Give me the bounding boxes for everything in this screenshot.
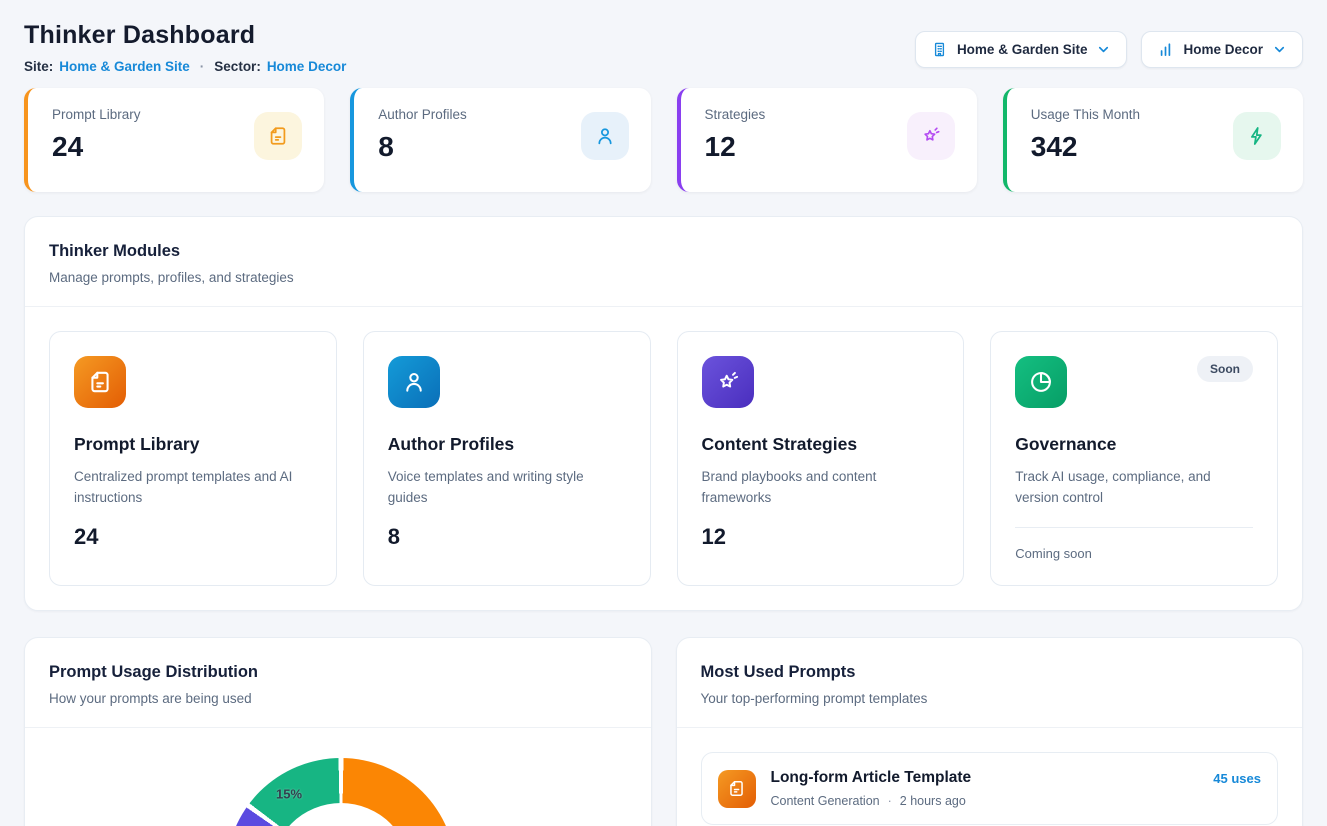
most-used-prompts-panel: Most Used Prompts Your top-performing pr… bbox=[676, 637, 1304, 826]
prompts-panel-header: Most Used Prompts Your top-performing pr… bbox=[677, 638, 1303, 728]
site-link[interactable]: Home & Garden Site bbox=[59, 59, 190, 74]
bar-chart-icon bbox=[1157, 41, 1174, 58]
module-description: Centralized prompt templates and AI inst… bbox=[74, 467, 312, 509]
prompts-panel-title: Most Used Prompts bbox=[701, 663, 1279, 682]
module-title: Content Strategies bbox=[702, 434, 940, 455]
coming-soon-text: Coming soon bbox=[1015, 546, 1253, 561]
user-icon bbox=[388, 356, 440, 408]
usage-chart-area: 15% bbox=[25, 728, 651, 826]
header-left: Thinker Dashboard Site: Home & Garden Si… bbox=[24, 21, 346, 74]
bottom-row: Prompt Usage Distribution How your promp… bbox=[24, 637, 1303, 826]
prompt-time: 2 hours ago bbox=[900, 794, 966, 808]
site-label: Site: bbox=[24, 59, 53, 74]
module-count: 12 bbox=[702, 524, 940, 550]
prompts-panel-subtitle: Your top-performing prompt templates bbox=[701, 691, 1279, 706]
usage-panel-subtitle: How your prompts are being used bbox=[49, 691, 627, 706]
modules-panel-subtitle: Manage prompts, profiles, and strategies bbox=[49, 270, 1278, 285]
sparkle-star-icon bbox=[702, 356, 754, 408]
prompts-list: Long-form Article Template Content Gener… bbox=[677, 728, 1303, 826]
document-icon bbox=[74, 356, 126, 408]
breadcrumb-separator: · bbox=[200, 59, 205, 74]
dashboard-page: Thinker Dashboard Site: Home & Garden Si… bbox=[0, 0, 1327, 826]
thinker-modules-panel: Thinker Modules Manage prompts, profiles… bbox=[24, 216, 1303, 611]
module-card-content-strategies[interactable]: Content Strategies Brand playbooks and c… bbox=[677, 331, 965, 586]
modules-panel-header: Thinker Modules Manage prompts, profiles… bbox=[25, 217, 1302, 307]
modules-panel-title: Thinker Modules bbox=[49, 242, 1278, 261]
donut-slice-label: 15% bbox=[276, 787, 302, 802]
stat-card-strategies: Strategies 12 bbox=[677, 88, 977, 192]
stat-card-prompt-library: Prompt Library 24 bbox=[24, 88, 324, 192]
pie-chart-icon bbox=[1015, 356, 1067, 408]
site-selector-dropdown[interactable]: Home & Garden Site bbox=[915, 31, 1128, 68]
module-description: Voice templates and writing style guides bbox=[388, 467, 626, 509]
stat-value: 24 bbox=[52, 131, 141, 163]
prompt-text: Long-form Article Template Content Gener… bbox=[771, 769, 972, 808]
zap-icon bbox=[1233, 112, 1281, 160]
prompt-list-item[interactable]: Long-form Article Template Content Gener… bbox=[701, 752, 1279, 825]
stat-card-author-profiles: Author Profiles 8 bbox=[350, 88, 650, 192]
meta-separator: · bbox=[888, 794, 892, 808]
stat-value: 342 bbox=[1031, 131, 1140, 163]
sector-selector-dropdown[interactable]: Home Decor bbox=[1141, 31, 1303, 68]
module-divider: Coming soon bbox=[1015, 527, 1253, 561]
usage-donut-chart bbox=[226, 758, 456, 826]
chevron-down-icon bbox=[1096, 42, 1111, 57]
stat-label: Author Profiles bbox=[378, 107, 467, 122]
document-icon bbox=[254, 112, 302, 160]
prompt-meta: Content Generation · 2 hours ago bbox=[771, 794, 972, 808]
sector-label: Sector: bbox=[214, 59, 261, 74]
module-count: 8 bbox=[388, 524, 626, 550]
stat-label: Prompt Library bbox=[52, 107, 141, 122]
module-title: Governance bbox=[1015, 434, 1253, 455]
sector-selector-label: Home Decor bbox=[1183, 42, 1263, 57]
module-count: 24 bbox=[74, 524, 312, 550]
building-icon bbox=[931, 41, 948, 58]
document-icon bbox=[718, 770, 756, 808]
breadcrumb: Site: Home & Garden Site · Sector: Home … bbox=[24, 59, 346, 74]
module-card-prompt-library[interactable]: Prompt Library Centralized prompt templa… bbox=[49, 331, 337, 586]
module-title: Prompt Library bbox=[74, 434, 312, 455]
page-title: Thinker Dashboard bbox=[24, 21, 346, 50]
stat-value: 8 bbox=[378, 131, 467, 163]
soon-badge: Soon bbox=[1197, 356, 1253, 382]
user-icon bbox=[581, 112, 629, 160]
prompt-uses-badge: 45 uses bbox=[1213, 771, 1261, 786]
modules-grid: Prompt Library Centralized prompt templa… bbox=[25, 307, 1302, 610]
stat-value: 12 bbox=[705, 131, 766, 163]
prompt-usage-panel: Prompt Usage Distribution How your promp… bbox=[24, 637, 652, 826]
site-selector-label: Home & Garden Site bbox=[957, 42, 1088, 57]
stat-label: Usage This Month bbox=[1031, 107, 1140, 122]
chevron-down-icon bbox=[1272, 42, 1287, 57]
module-card-author-profiles[interactable]: Author Profiles Voice templates and writ… bbox=[363, 331, 651, 586]
stats-row: Prompt Library 24 Author Profiles 8 Stra… bbox=[24, 88, 1303, 192]
module-description: Track AI usage, compliance, and version … bbox=[1015, 467, 1253, 509]
header-actions: Home & Garden Site Home Decor bbox=[915, 31, 1303, 68]
prompt-title: Long-form Article Template bbox=[771, 769, 972, 787]
sector-link[interactable]: Home Decor bbox=[267, 59, 347, 74]
module-card-governance[interactable]: Soon Governance Track AI usage, complian… bbox=[990, 331, 1278, 586]
sparkle-star-icon bbox=[907, 112, 955, 160]
topbar: Thinker Dashboard Site: Home & Garden Si… bbox=[24, 0, 1303, 74]
module-description: Brand playbooks and content frameworks bbox=[702, 467, 940, 509]
module-title: Author Profiles bbox=[388, 434, 626, 455]
stat-label: Strategies bbox=[705, 107, 766, 122]
prompt-category: Content Generation bbox=[771, 794, 880, 808]
usage-panel-title: Prompt Usage Distribution bbox=[49, 663, 627, 682]
usage-panel-header: Prompt Usage Distribution How your promp… bbox=[25, 638, 651, 728]
stat-card-usage: Usage This Month 342 bbox=[1003, 88, 1303, 192]
